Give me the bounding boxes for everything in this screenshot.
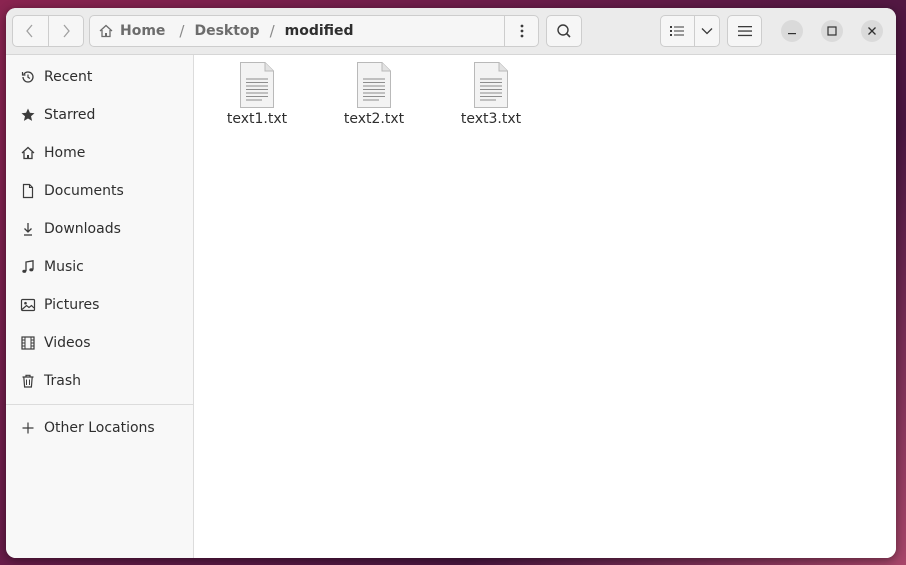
navigation-buttons bbox=[12, 15, 84, 47]
chevron-right-icon bbox=[63, 24, 70, 38]
vertical-dots-icon bbox=[520, 24, 523, 38]
file-name: text2.txt bbox=[343, 111, 405, 127]
maximize-button[interactable] bbox=[821, 20, 843, 42]
file-manager-window: Home / Desktop / modified Recent Starred… bbox=[6, 8, 896, 558]
minimize-button[interactable] bbox=[781, 20, 803, 42]
download-icon bbox=[20, 221, 36, 237]
main-menu-button[interactable] bbox=[727, 15, 762, 47]
back-button[interactable] bbox=[13, 16, 48, 46]
places-sidebar: Recent Starred Home Documents Downloads … bbox=[6, 55, 194, 558]
home-icon bbox=[20, 145, 36, 161]
star-icon bbox=[20, 107, 36, 123]
list-view-icon bbox=[670, 26, 685, 36]
forward-button[interactable] bbox=[47, 16, 83, 46]
chevron-down-icon bbox=[701, 28, 713, 35]
sidebar-item-label: Pictures bbox=[44, 297, 100, 313]
path-bar: Home / Desktop / modified bbox=[89, 15, 539, 47]
sidebar-item-starred[interactable]: Starred bbox=[6, 98, 194, 132]
view-toggle-group bbox=[660, 15, 720, 47]
breadcrumb-desktop[interactable]: Desktop bbox=[190, 23, 263, 39]
close-button[interactable] bbox=[861, 20, 883, 42]
sidebar-item-label: Documents bbox=[44, 183, 124, 199]
sidebar-item-pictures[interactable]: Pictures bbox=[6, 288, 194, 322]
picture-icon bbox=[20, 297, 36, 313]
plus-icon bbox=[20, 420, 36, 436]
text-file-icon bbox=[474, 62, 508, 108]
breadcrumb-home[interactable]: Home bbox=[90, 23, 169, 39]
sidebar-item-documents[interactable]: Documents bbox=[6, 174, 194, 208]
breadcrumb-separator: / bbox=[179, 22, 185, 40]
sidebar-item-home[interactable]: Home bbox=[6, 136, 194, 170]
home-icon bbox=[99, 24, 113, 38]
breadcrumb-current-label: modified bbox=[284, 23, 354, 39]
file-view: text1.txt text2.txt text3.txt bbox=[195, 55, 896, 558]
chevron-left-icon bbox=[26, 24, 33, 38]
text-file-icon bbox=[240, 62, 274, 108]
sidebar-item-downloads[interactable]: Downloads bbox=[6, 212, 194, 246]
folder-menu-button[interactable] bbox=[504, 16, 538, 46]
close-icon bbox=[868, 27, 876, 35]
header-bar: Home / Desktop / modified bbox=[6, 8, 896, 55]
minimize-icon bbox=[788, 33, 796, 35]
file-item[interactable]: text1.txt bbox=[207, 61, 307, 135]
sidebar-item-label: Videos bbox=[44, 335, 91, 351]
file-item[interactable]: text3.txt bbox=[441, 61, 541, 135]
sidebar-item-other-locations[interactable]: Other Locations bbox=[6, 411, 194, 445]
sidebar-item-label: Other Locations bbox=[44, 420, 155, 436]
sidebar-divider bbox=[6, 404, 194, 405]
breadcrumb-desktop-label: Desktop bbox=[194, 23, 260, 39]
breadcrumb-current[interactable]: modified bbox=[281, 23, 358, 39]
hamburger-menu-icon bbox=[737, 26, 752, 37]
breadcrumb-separator: / bbox=[269, 22, 275, 40]
sidebar-item-label: Music bbox=[44, 259, 84, 275]
sidebar-item-label: Trash bbox=[44, 373, 81, 389]
view-options-button[interactable] bbox=[693, 16, 719, 46]
sidebar-item-label: Home bbox=[44, 145, 86, 161]
trash-icon bbox=[20, 373, 36, 389]
clock-icon bbox=[20, 69, 36, 85]
search-button[interactable] bbox=[546, 15, 582, 47]
list-view-button[interactable] bbox=[661, 16, 694, 46]
sidebar-item-videos[interactable]: Videos bbox=[6, 326, 194, 360]
film-icon bbox=[20, 335, 36, 351]
text-file-icon bbox=[357, 62, 391, 108]
sidebar-item-label: Starred bbox=[44, 107, 96, 123]
document-icon bbox=[20, 183, 36, 199]
maximize-icon bbox=[827, 26, 837, 36]
sidebar-item-recent[interactable]: Recent bbox=[6, 60, 194, 94]
sidebar-item-label: Downloads bbox=[44, 221, 121, 237]
file-name: text1.txt bbox=[226, 111, 288, 127]
file-item[interactable]: text2.txt bbox=[324, 61, 424, 135]
breadcrumb-home-label: Home bbox=[120, 23, 166, 39]
sidebar-item-label: Recent bbox=[44, 69, 93, 85]
file-name: text3.txt bbox=[460, 111, 522, 127]
sidebar-item-trash[interactable]: Trash bbox=[6, 364, 194, 398]
search-icon bbox=[557, 24, 571, 38]
music-note-icon bbox=[20, 259, 36, 275]
sidebar-item-music[interactable]: Music bbox=[6, 250, 194, 284]
